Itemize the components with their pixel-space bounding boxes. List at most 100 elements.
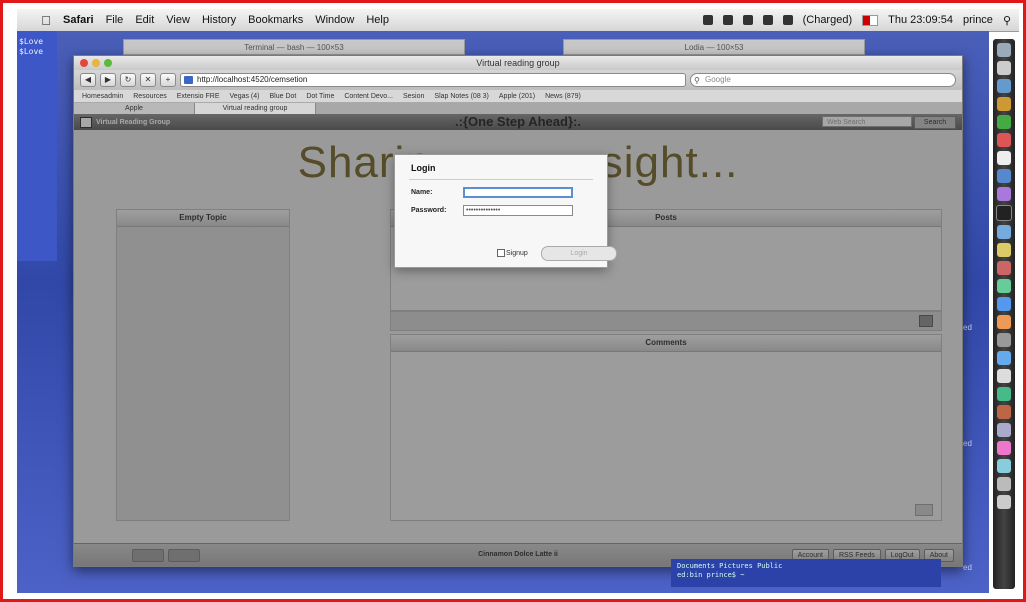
screenshot-frame:  Safari File Edit View History Bookmark… [0,0,1026,602]
bluetooth-icon[interactable] [742,15,753,25]
window-title: Virtual reading group [476,58,560,68]
calendar-icon[interactable] [997,133,1011,147]
name-input[interactable] [463,187,573,198]
menubar-user[interactable]: prince [963,14,993,26]
terminal-icon[interactable] [996,205,1012,221]
menubar-clock[interactable]: Thu 23:09:54 [888,14,953,26]
battery-status[interactable]: (Charged) [803,14,853,26]
menu-app[interactable]: Safari [63,14,94,26]
dashboard-icon[interactable] [997,61,1011,75]
safari-window: Virtual reading group ◀ ▶ ↻ ✕ + http://l… [73,55,963,567]
stop-button[interactable]: ✕ [140,73,156,87]
desktop-edge-label: ed [963,439,972,448]
password-input[interactable]: •••••••••••••• [463,205,573,216]
app-icon[interactable] [997,351,1011,365]
window-titlebar[interactable]: Virtual reading group [74,56,962,70]
apple-icon[interactable]:  [37,13,55,28]
bookmark-item[interactable]: Vegas (4) [230,93,260,100]
login-button[interactable]: Login [541,246,617,261]
terminal-label: $Love [19,47,44,56]
login-dialog: Login Name: Password: •••••••••••••• Sig… [394,154,617,268]
traffic-lights [80,59,112,67]
signup-checkbox[interactable]: Signup [497,249,528,257]
app-icon[interactable] [997,369,1011,383]
trash-icon[interactable] [997,495,1011,509]
app-icon[interactable] [997,243,1011,257]
app-icon[interactable] [997,261,1011,275]
background-terminal-output[interactable]: Documents Pictures Public ed:bin prince$… [671,559,941,587]
menubar-status-area: (Charged) Thu 23:09:54 prince ⚲ [702,9,1011,31]
volume-icon[interactable] [782,15,793,25]
dock [993,39,1015,589]
spotlight-icon[interactable]: ⚲ [1003,14,1011,27]
menu-view[interactable]: View [166,14,190,26]
bookmark-item[interactable]: Homesadmin [82,93,123,100]
terminal-line: Documents Pictures Public [677,562,783,570]
address-url: http://localhost:4520/cemsetion [197,75,308,84]
app-icon[interactable] [997,333,1011,347]
minimize-window-icon[interactable] [92,59,100,67]
reload-button[interactable]: ↻ [120,73,136,87]
desktop-edge-label: ed [963,563,972,572]
documents-stack-icon[interactable] [997,477,1011,491]
signup-label: Signup [506,249,528,257]
app-icon[interactable] [997,387,1011,401]
finder-icon[interactable] [997,43,1011,57]
bookmark-item[interactable]: Blue Dot [269,93,296,100]
background-terminal-left[interactable]: $Love $Love [17,31,57,261]
app-icon[interactable] [997,405,1011,419]
login-title: Login [411,163,436,173]
wifi-icon[interactable] [762,15,773,25]
app-icon[interactable] [997,297,1011,311]
app-icon[interactable] [997,423,1011,437]
bookmark-item[interactable]: Content Devo... [344,93,393,100]
desktop-edge-label: ed [963,323,972,332]
background-terminal-titlebar[interactable]: Lodia — 100×53 [563,39,865,55]
iphoto-icon[interactable] [997,187,1011,201]
forward-button[interactable]: ▶ [100,73,116,87]
safari-icon[interactable] [997,79,1011,93]
ichat-icon[interactable] [997,115,1011,129]
terminal-line: ed:bin prince$ ~ [677,571,745,579]
menu-bookmarks[interactable]: Bookmarks [248,14,303,26]
bookmarks-bar: Homesadmin Resources Extensio FRE Vegas … [74,90,962,103]
itunes-icon[interactable] [997,169,1011,183]
menu-window[interactable]: Window [315,14,354,26]
mac-menubar:  Safari File Edit View History Bookmark… [17,9,1019,32]
password-label: Password: [411,207,447,214]
app-icon[interactable] [997,315,1011,329]
bookmark-item[interactable]: Apple (201) [499,93,535,100]
zoom-window-icon[interactable] [104,59,112,67]
bookmark-item[interactable]: Sesion [403,93,424,100]
back-button[interactable]: ◀ [80,73,96,87]
terminal-label: $Love [19,37,44,46]
addressbook-icon[interactable] [997,151,1011,165]
bookmark-item[interactable]: Dot Time [306,93,334,100]
google-search-field[interactable]: ⚲ Google [690,73,956,87]
safari-toolbar: ◀ ▶ ↻ ✕ + http://localhost:4520/cemsetio… [74,70,962,90]
login-divider [409,179,593,180]
menu-history[interactable]: History [202,14,236,26]
input-flag-icon[interactable] [862,14,879,26]
background-terminal-titlebar[interactable]: Terminal — bash — 100×53 [123,39,465,55]
add-bookmark-button[interactable]: + [160,73,176,87]
search-icon: ⚲ [694,76,700,85]
status-icon[interactable] [702,15,713,25]
bookmark-item[interactable]: News (879) [545,93,581,100]
bookmark-item[interactable]: Extensio FRE [177,93,220,100]
address-bar[interactable]: http://localhost:4520/cemsetion [180,73,686,87]
app-icon[interactable] [997,225,1011,239]
time-machine-icon[interactable] [722,15,733,25]
bookmark-item[interactable]: Resources [133,93,166,100]
menu-edit[interactable]: Edit [135,14,154,26]
menu-help[interactable]: Help [366,14,389,26]
name-label: Name: [411,189,433,196]
mail-icon[interactable] [997,97,1011,111]
bookmark-item[interactable]: Slap Notes (08 3) [434,93,488,100]
app-icon[interactable] [997,279,1011,293]
downloads-stack-icon[interactable] [997,459,1011,473]
close-window-icon[interactable] [80,59,88,67]
favicon-icon [184,76,193,84]
app-icon[interactable] [997,441,1011,455]
menu-file[interactable]: File [106,14,124,26]
